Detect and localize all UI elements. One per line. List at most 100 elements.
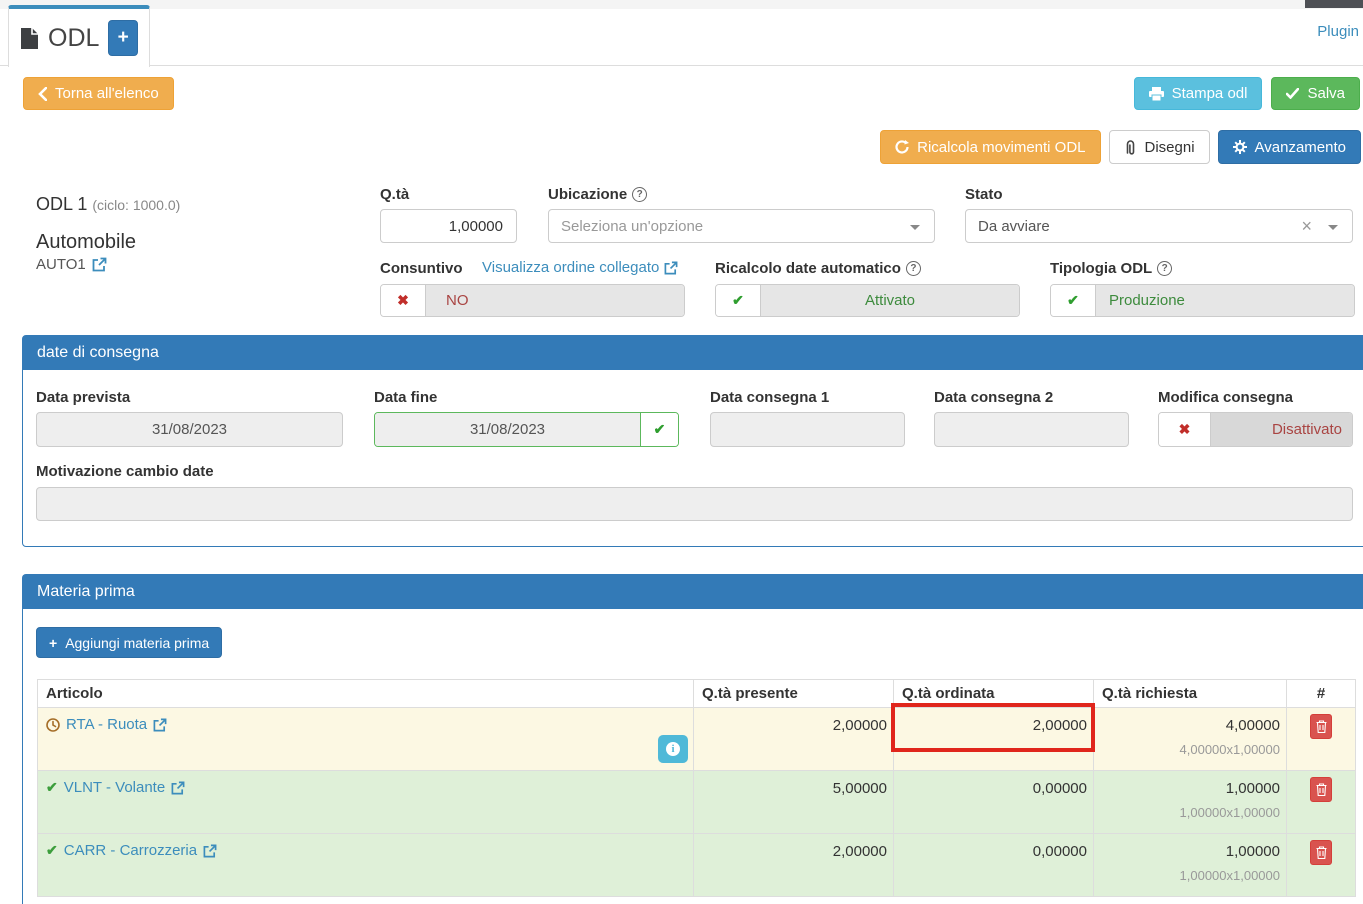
odl-detail-page: ODL + Plugin Torna all'elenco Stampa odl… — [0, 0, 1363, 904]
consuntivo-toggle[interactable]: ✖ NO — [380, 284, 685, 317]
product-code-label: AUTO1 — [36, 256, 86, 273]
expected-date-label: Data prevista — [36, 389, 130, 406]
tab-odl-label: ODL — [48, 24, 99, 53]
print-odl-label: Stampa odl — [1172, 85, 1248, 102]
gear-icon — [1233, 140, 1247, 154]
qty-label: Q.tà — [380, 186, 409, 203]
delivery-date2-input[interactable] — [934, 412, 1129, 447]
plus-icon: + — [49, 635, 57, 651]
column-actions: # — [1287, 680, 1356, 708]
article-link[interactable]: RTA - Ruota — [46, 716, 167, 733]
info-button[interactable]: i — [658, 735, 688, 763]
column-qty-present: Q.tà presente — [694, 680, 894, 708]
progress-label: Avanzamento — [1255, 139, 1346, 156]
check-icon: ✔ — [640, 413, 678, 446]
consuntivo-label: Consuntivo — [380, 260, 463, 277]
date-change-reason-input[interactable] — [36, 487, 1353, 521]
clear-icon[interactable]: × — [1301, 217, 1312, 235]
external-link-icon — [664, 261, 678, 275]
qty-ordered-cell: 2,00000 — [894, 708, 1094, 771]
article-label: RTA - Ruota — [66, 716, 147, 733]
column-article: Articolo — [38, 680, 694, 708]
top-strip — [0, 0, 1363, 9]
table-header-row: Articolo Q.tà presente Q.tà ordinata Q.t… — [38, 680, 1356, 708]
save-button[interactable]: Salva — [1271, 77, 1360, 110]
progress-button[interactable]: Avanzamento — [1218, 130, 1361, 164]
qty-input[interactable]: 1,00000 — [380, 209, 517, 243]
raw-materials-panel-title: Materia prima — [23, 575, 1363, 609]
help-icon: ? — [632, 187, 647, 202]
recalc-dates-value: Attivato — [761, 285, 1019, 316]
add-raw-material-button[interactable]: + Aggiungi materia prima — [36, 627, 222, 658]
article-label: VLNT - Volante — [64, 779, 165, 796]
external-link-icon — [171, 781, 185, 795]
delivery-date1-input[interactable] — [710, 412, 905, 447]
qty-present-cell: 2,00000 — [694, 708, 894, 771]
end-date-input[interactable]: 31/08/2023 ✔ — [374, 412, 679, 447]
recalc-movements-label: Ricalcola movimenti ODL — [917, 139, 1085, 156]
x-mark-icon: ✖ — [381, 285, 426, 316]
end-date-label: Data fine — [374, 389, 437, 406]
print-odl-button[interactable]: Stampa odl — [1134, 77, 1263, 110]
order-number: ODL 1 — [36, 194, 87, 214]
odl-type-label: Tipologia ODL ? — [1050, 260, 1172, 277]
location-select[interactable]: Seleziona un'opzione — [548, 209, 935, 243]
x-mark-icon: ✖ — [1159, 413, 1211, 446]
odl-type-value: Produzione — [1096, 285, 1354, 316]
trash-icon — [1316, 783, 1327, 796]
recalc-movements-button[interactable]: Ricalcola movimenti ODL — [880, 130, 1100, 164]
linked-order-link[interactable]: Visualizza ordine collegato — [482, 259, 678, 276]
printer-icon — [1149, 87, 1164, 101]
qty-required-cell: 1,00000 1,00000x1,00000 — [1094, 771, 1287, 834]
article-link[interactable]: ✔ VLNT - Volante — [46, 779, 185, 796]
delivery-dates-panel-title: date di consegna — [23, 336, 1363, 370]
info-icon: i — [666, 742, 680, 756]
chevron-left-icon — [38, 87, 47, 101]
delete-row-button[interactable] — [1310, 777, 1332, 802]
tab-bar: ODL + — [0, 9, 1363, 66]
qty-required-cell: 4,00000 4,00000x1,00000 — [1094, 708, 1287, 771]
help-icon: ? — [1157, 261, 1172, 276]
article-link[interactable]: ✔ CARR - Carrozzeria — [46, 842, 217, 859]
status-select[interactable]: Da avviare × — [965, 209, 1353, 243]
recalc-dates-label: Ricalcolo date automatico ? — [715, 260, 921, 277]
order-cycle: (ciclo: 1000.0) — [92, 197, 180, 213]
status-value: Da avviare — [978, 218, 1050, 235]
qty-ordered-cell: 0,00000 — [894, 834, 1094, 897]
drawings-label: Disegni — [1145, 139, 1195, 156]
new-tab-button[interactable]: + — [108, 20, 138, 56]
table-row: RTA - Ruota i 2,00000 2,00000 4,00000 4,… — [38, 708, 1356, 771]
plugin-link[interactable]: Plugin — [1317, 23, 1359, 40]
change-delivery-label: Modifica consegna — [1158, 389, 1293, 406]
refresh-icon — [895, 140, 909, 154]
table-row: ✔ CARR - Carrozzeria 2,00000 0,00000 1,0… — [38, 834, 1356, 897]
table-row: ✔ VLNT - Volante 5,00000 0,00000 1,00000… — [38, 771, 1356, 834]
qty-required-detail: 4,00000x1,00000 — [1102, 742, 1280, 757]
change-delivery-value: Disattivato — [1211, 413, 1352, 446]
check-icon: ✔ — [716, 285, 761, 316]
product-code-link[interactable]: AUTO1 — [36, 256, 107, 273]
trash-icon — [1316, 720, 1327, 733]
help-icon: ? — [906, 261, 921, 276]
back-to-list-button[interactable]: Torna all'elenco — [23, 77, 174, 110]
delete-row-button[interactable] — [1310, 714, 1332, 739]
delivery-date2-label: Data consegna 2 — [934, 389, 1053, 406]
back-to-list-label: Torna all'elenco — [55, 85, 159, 102]
column-qty-required: Q.tà richiesta — [1094, 680, 1287, 708]
order-title: ODL 1 (ciclo: 1000.0) — [36, 194, 180, 215]
save-label: Salva — [1307, 85, 1345, 102]
odl-type-toggle[interactable]: ✔ Produzione — [1050, 284, 1355, 317]
external-link-icon — [153, 718, 167, 732]
drawings-button[interactable]: Disegni — [1109, 130, 1210, 164]
expected-date-input[interactable]: 31/08/2023 — [36, 412, 343, 447]
product-name: Automobile — [36, 231, 136, 254]
recalc-dates-toggle[interactable]: ✔ Attivato — [715, 284, 1020, 317]
delete-row-button[interactable] — [1310, 840, 1332, 865]
chevron-down-icon — [1328, 225, 1338, 230]
qty-ordered-cell: 0,00000 — [894, 771, 1094, 834]
tab-odl[interactable]: ODL + — [8, 5, 150, 67]
change-delivery-toggle[interactable]: ✖ Disattivato — [1158, 412, 1353, 447]
qty-required-value: 4,00000 — [1102, 717, 1280, 734]
location-label: Ubicazione ? — [548, 186, 647, 203]
window-artifact — [1305, 0, 1363, 8]
